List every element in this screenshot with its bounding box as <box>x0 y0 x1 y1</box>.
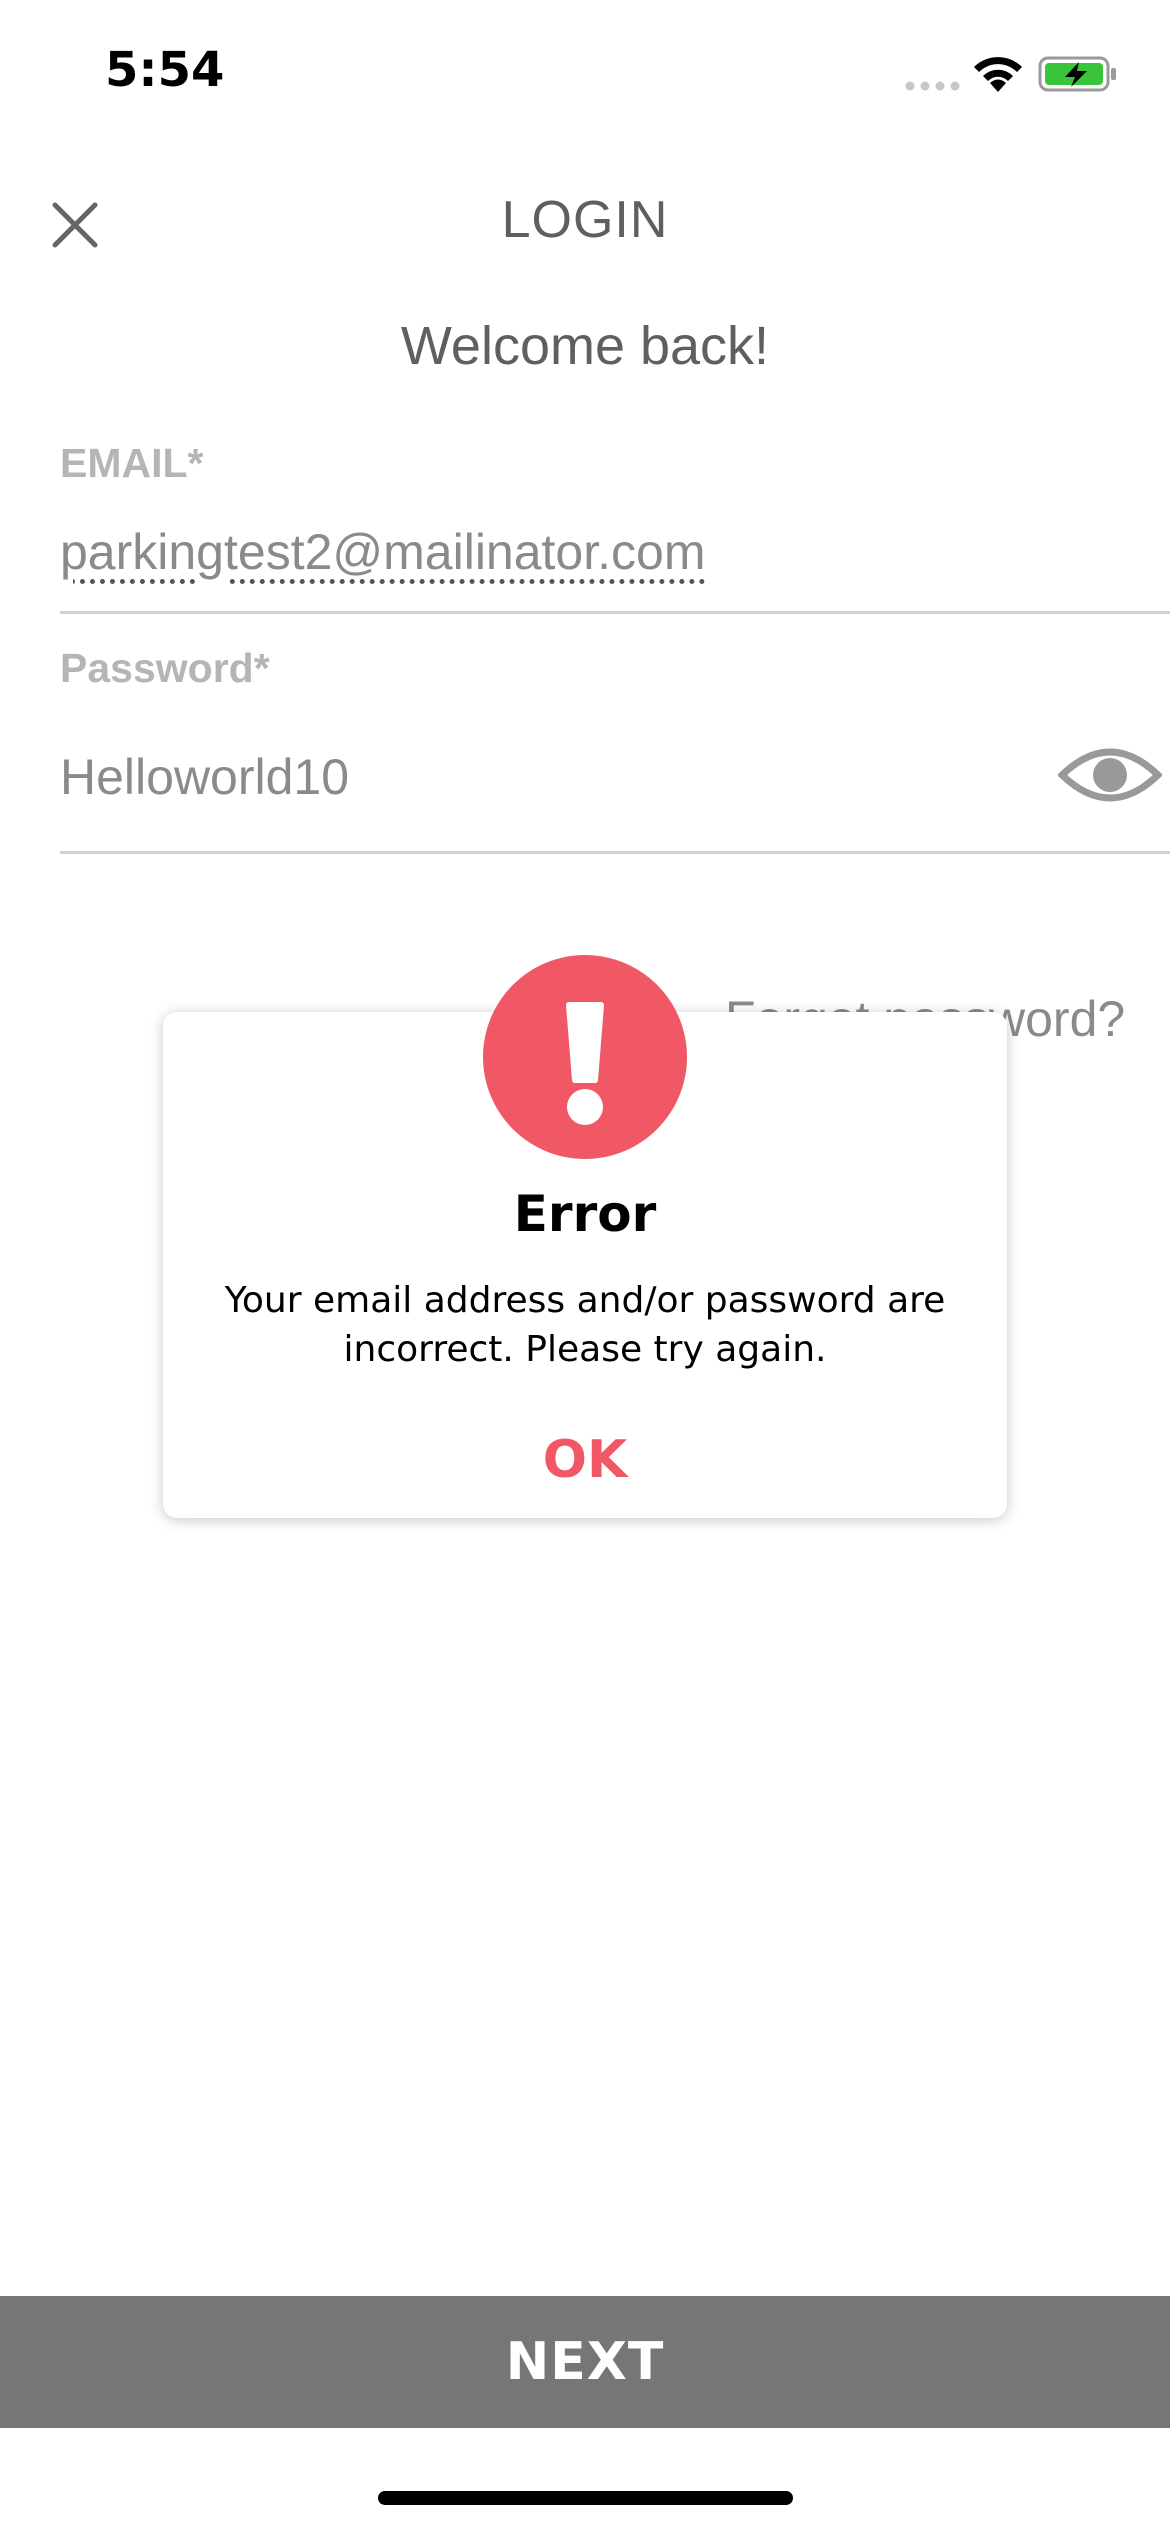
email-underline <box>60 611 1170 614</box>
home-indicator <box>378 2491 793 2505</box>
status-time: 5:54 <box>105 42 225 98</box>
exclamation-icon <box>566 1002 604 1125</box>
wifi-icon <box>974 57 1022 92</box>
battery-charging-icon <box>1038 56 1116 92</box>
dialog-message: Your email address and/or password are i… <box>224 1280 946 1370</box>
next-button[interactable]: NEXT <box>0 2296 1170 2428</box>
status-bar: 5:54 <box>0 0 1170 150</box>
password-label: Password* <box>60 645 270 691</box>
login-screen: 5:54 LOGIN Welcome back! EMAIL* parkingt… <box>0 0 1170 2532</box>
dialog-title: Error <box>513 1185 657 1243</box>
error-badge <box>483 955 687 1159</box>
welcome-text: Welcome back! <box>400 316 770 376</box>
eye-icon[interactable] <box>1058 735 1162 815</box>
email-input[interactable]: parkingtest2@mailinator.com <box>60 523 705 581</box>
page-title: LOGIN <box>501 191 669 249</box>
email-label: EMAIL* <box>60 440 204 486</box>
signal-icon <box>905 81 960 91</box>
password-input[interactable]: Helloworld10 <box>60 748 349 806</box>
ok-button[interactable]: OK <box>485 1420 685 1500</box>
password-underline <box>60 851 1170 854</box>
